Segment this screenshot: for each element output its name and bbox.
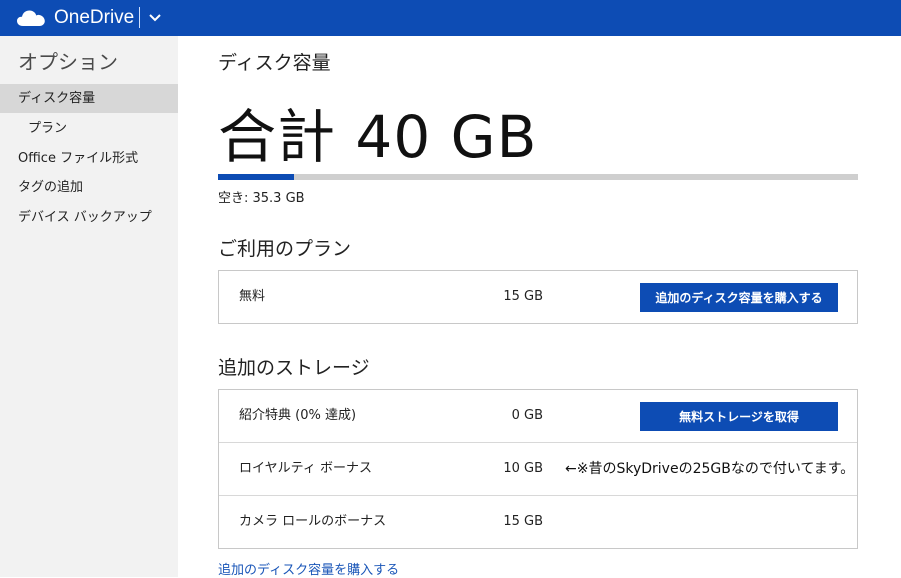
storage-size: 10 GB	[503, 461, 543, 476]
storage-name: ロイヤルティ ボーナス	[239, 461, 372, 476]
sidebar-item-disk-space[interactable]: ディスク容量	[0, 84, 178, 113]
page-title: ディスク容量	[218, 52, 331, 74]
storage-name: カメラ ロールのボーナス	[239, 514, 387, 529]
annotation-note: ←※昔のSkyDriveの25GBなので付いてます。	[565, 461, 855, 477]
sidebar-item-plan[interactable]: プラン	[0, 114, 178, 143]
plan-table: 無料 15 GB 追加のディスク容量を購入する	[218, 270, 858, 324]
free-space-label: 空き: 35.3 GB	[218, 191, 305, 206]
options-sidebar: オプション ディスク容量 プラン Office ファイル形式 タグの追加 デバイ…	[0, 36, 178, 577]
cloud-icon	[17, 10, 45, 26]
sidebar-item-add-tags[interactable]: タグの追加	[0, 173, 178, 202]
sidebar-item-office-file-format[interactable]: Office ファイル形式	[0, 144, 178, 173]
table-row: ロイヤルティ ボーナス 10 GB ←※昔のSkyDriveの25GBなので付い…	[219, 443, 857, 496]
sidebar-title: オプション	[18, 50, 118, 74]
storage-size: 15 GB	[503, 514, 543, 529]
chevron-down-icon[interactable]	[147, 10, 163, 26]
buy-more-storage-link[interactable]: 追加のディスク容量を購入する	[218, 559, 399, 578]
top-bar: OneDrive	[0, 0, 901, 36]
sidebar-item-label: タグの追加	[18, 180, 84, 195]
storage-section-heading: 追加のストレージ	[218, 357, 370, 379]
storage-size: 0 GB	[511, 408, 543, 423]
sidebar-item-label: デバイス バックアップ	[18, 210, 152, 225]
table-row: 紹介特典 (0% 達成) 0 GB 無料ストレージを取得	[219, 390, 857, 443]
get-free-storage-button[interactable]: 無料ストレージを取得	[640, 402, 838, 431]
plan-name: 無料	[239, 289, 266, 304]
plan-size: 15 GB	[503, 289, 543, 304]
total-storage: 合計 40 GB	[218, 103, 538, 171]
header-divider	[139, 7, 140, 28]
usage-bar	[218, 174, 858, 180]
storage-name: 紹介特典 (0% 達成)	[239, 408, 357, 423]
sidebar-item-label: ディスク容量	[18, 91, 96, 106]
storage-table: 紹介特典 (0% 達成) 0 GB 無料ストレージを取得 ロイヤルティ ボーナス…	[218, 389, 858, 549]
table-row: 無料 15 GB 追加のディスク容量を購入する	[219, 271, 857, 323]
table-row: カメラ ロールのボーナス 15 GB	[219, 496, 857, 548]
onedrive-logo[interactable]: OneDrive	[16, 0, 134, 36]
sidebar-item-label: Office ファイル形式	[18, 151, 139, 166]
sidebar-item-device-backup[interactable]: デバイス バックアップ	[0, 203, 178, 232]
app-name: OneDrive	[54, 7, 135, 28]
sidebar-item-label: プラン	[28, 121, 68, 136]
usage-bar-fill	[218, 174, 294, 180]
buy-storage-button[interactable]: 追加のディスク容量を購入する	[640, 283, 838, 312]
plan-section-heading: ご利用のプラン	[218, 238, 352, 260]
